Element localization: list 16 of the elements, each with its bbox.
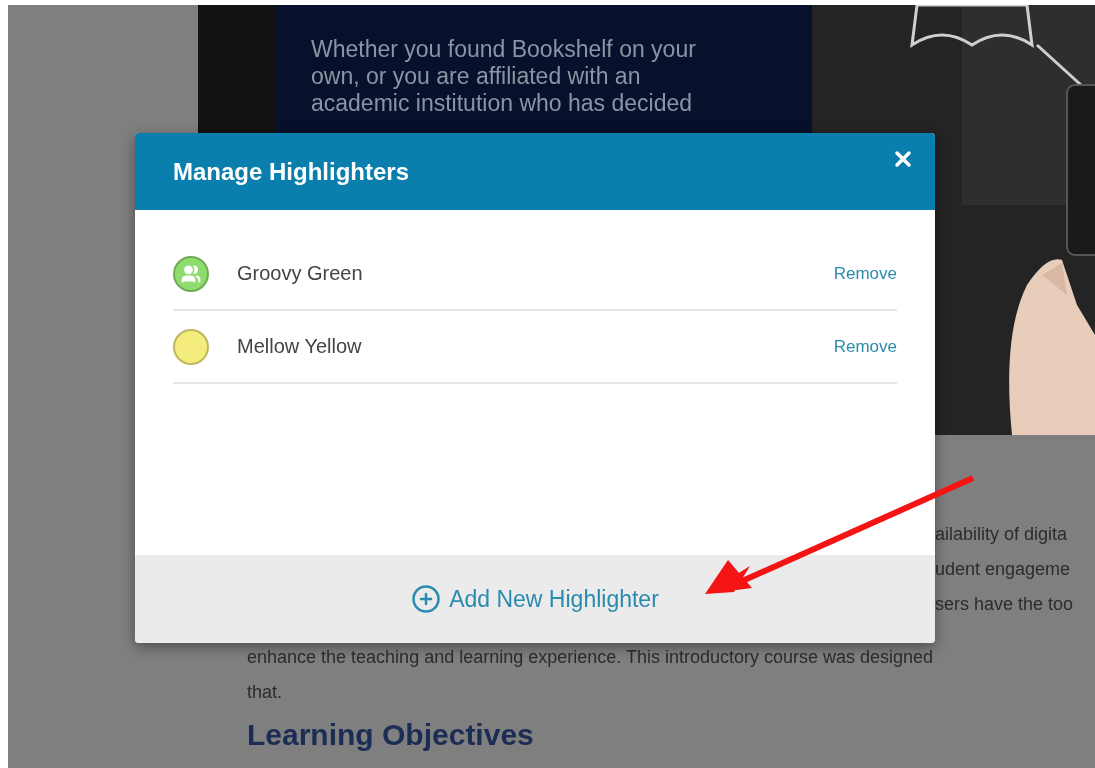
add-highlighter-button[interactable]: Add New Highlighter: [407, 580, 663, 618]
highlighter-name: Mellow Yellow: [237, 335, 363, 358]
highlighter-name: Groovy Green: [237, 262, 364, 285]
hero-text: Whether you found Bookshelf on your: [311, 36, 697, 63]
paragraph-text: ailability of digita: [935, 523, 1068, 546]
hero-text: academic institution who has decided: [311, 90, 693, 117]
paragraph-text: enhance the teaching and learning experience. This introductory course was designed: [247, 646, 934, 669]
paragraph-text: udent engageme: [935, 558, 1071, 581]
section-heading: Learning Objectives: [247, 718, 534, 752]
remove-link[interactable]: Remove: [833, 336, 897, 357]
paragraph-text: sers have the too: [935, 593, 1074, 616]
paragraph-text: that.: [247, 681, 283, 704]
dialog-title: Manage Highlighters: [173, 157, 410, 186]
plus-circle-icon: [411, 584, 442, 614]
hero-text: own, or you are affiliated with an: [311, 63, 642, 90]
remove-link[interactable]: Remove: [833, 263, 897, 284]
